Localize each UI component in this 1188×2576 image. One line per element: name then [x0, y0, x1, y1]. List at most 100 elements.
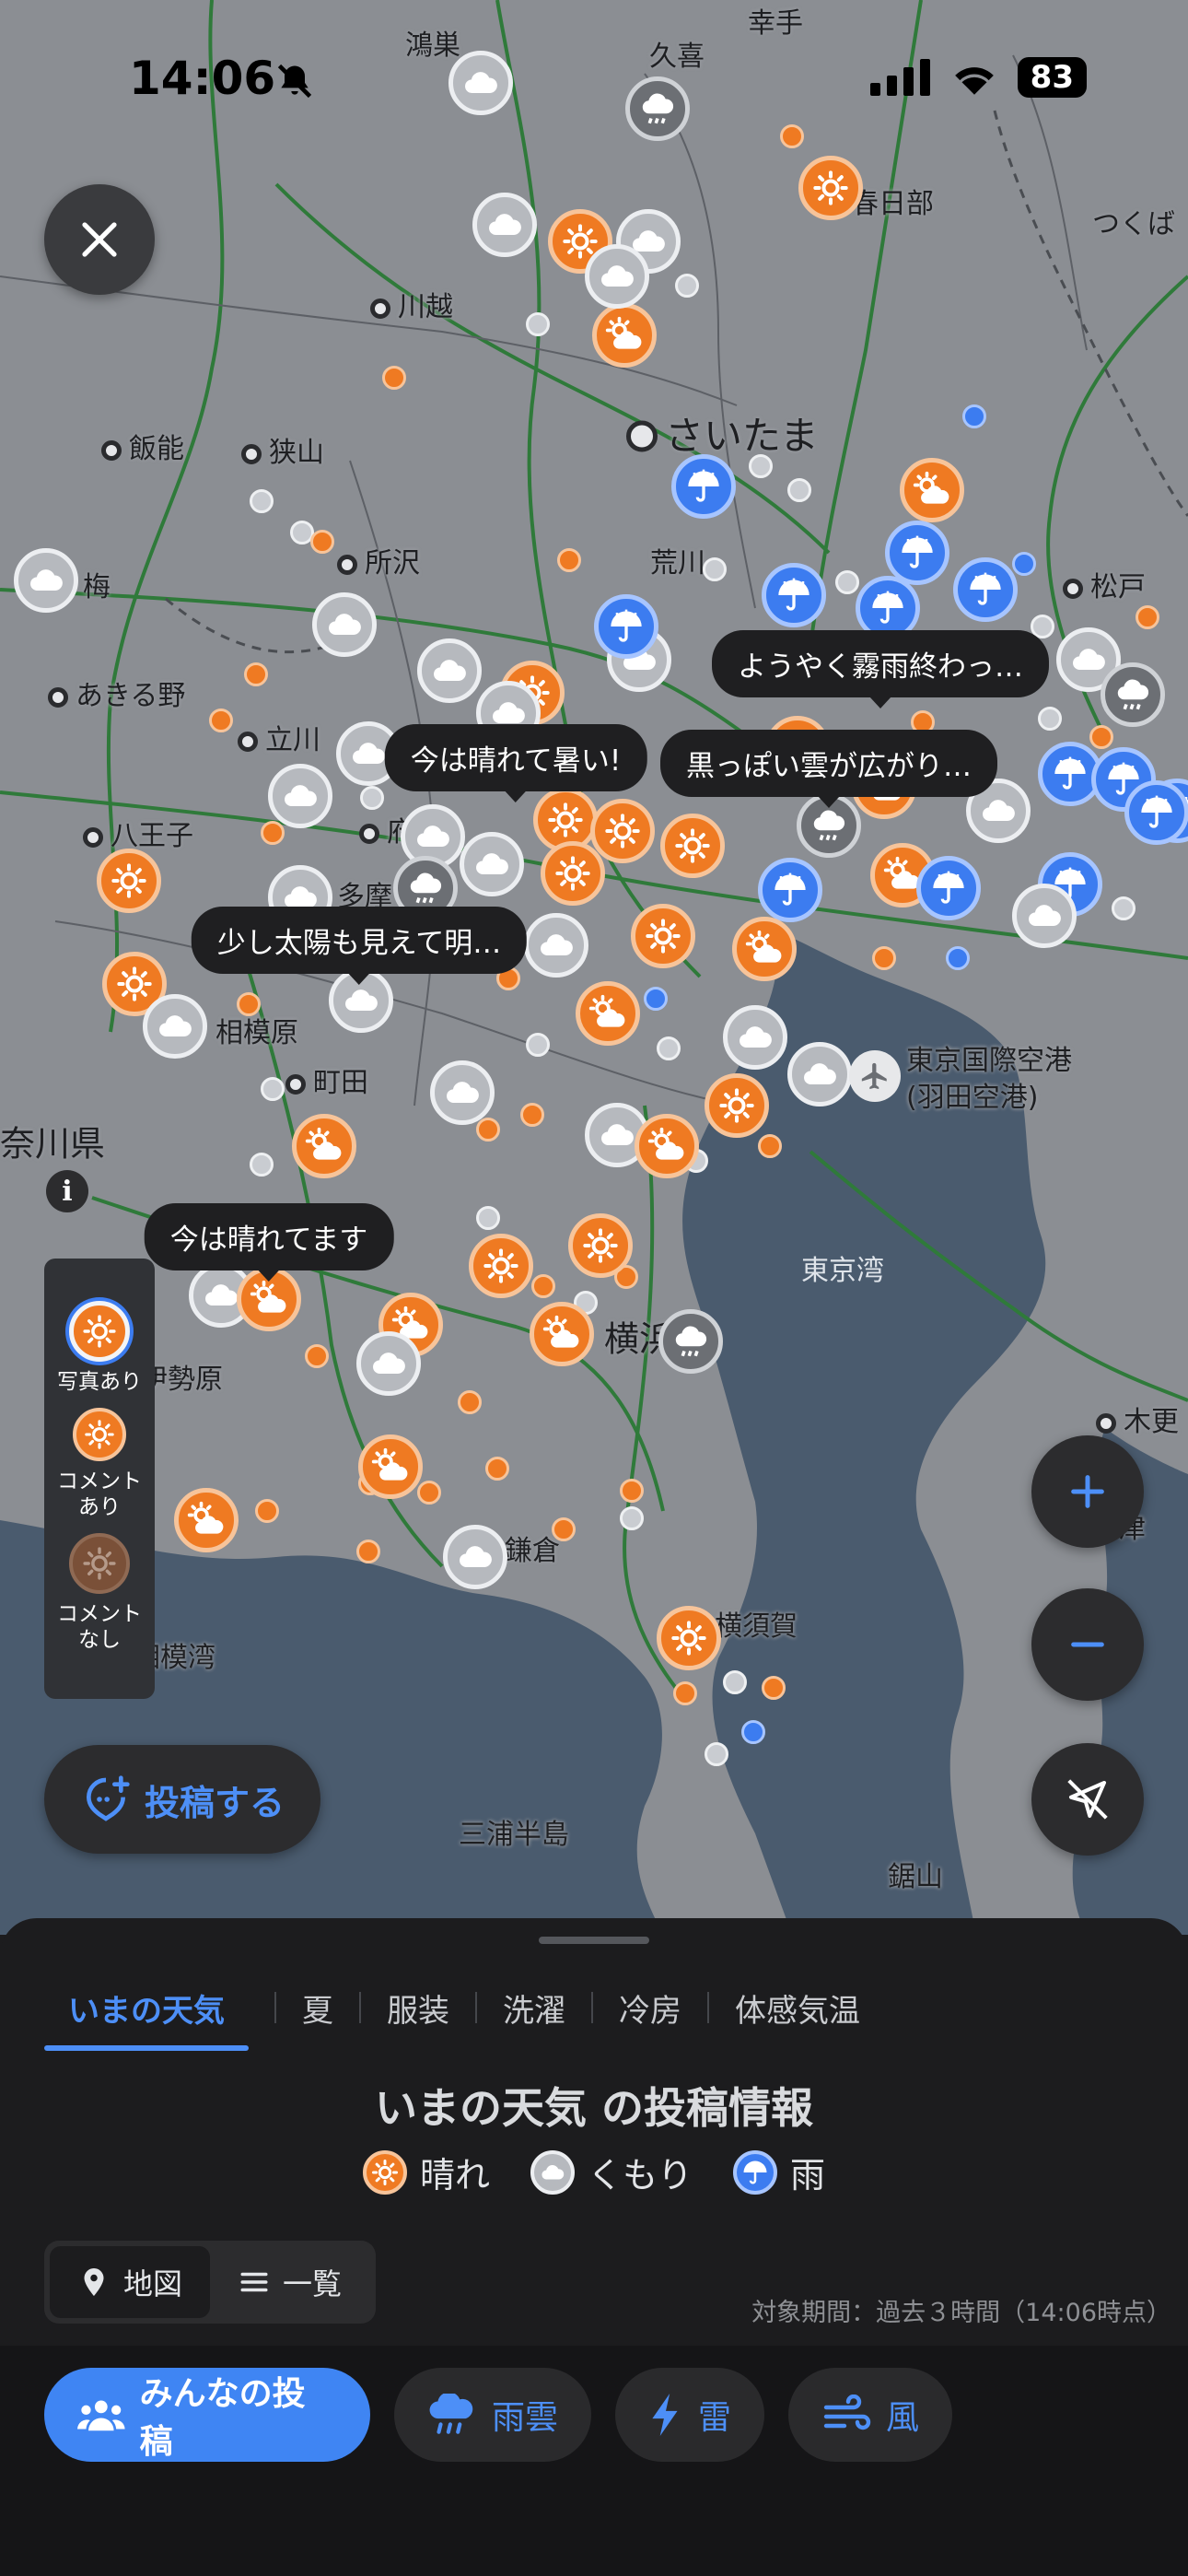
weather-post-marker[interactable]	[472, 193, 537, 257]
weather-post-marker[interactable]	[625, 76, 690, 141]
weather-post-dot[interactable]	[741, 1720, 765, 1744]
weather-post-dot[interactable]	[244, 662, 268, 686]
weather-post-dot[interactable]	[209, 708, 233, 732]
weather-post-marker[interactable]	[900, 458, 964, 522]
weather-post-dot[interactable]	[250, 489, 274, 513]
weather-post-dot[interactable]	[758, 1134, 782, 1158]
weather-post-dot[interactable]	[1038, 707, 1062, 731]
weather-post-marker[interactable]	[312, 592, 377, 657]
weather-post-dot[interactable]	[476, 1118, 500, 1142]
info-icon[interactable]: i	[46, 1170, 88, 1212]
weather-post-marker[interactable]	[631, 904, 695, 968]
tab-laundry[interactable]: 洗濯	[503, 1985, 565, 2031]
weather-post-marker[interactable]	[732, 917, 797, 981]
weather-post-dot[interactable]	[526, 312, 550, 336]
weather-post-marker[interactable]	[635, 1114, 699, 1178]
weather-post-dot[interactable]	[1012, 552, 1036, 576]
tab-current-weather[interactable]: いまの天気	[44, 1985, 249, 2051]
post-comment-bubble[interactable]: ようやく霧雨終わっ…	[712, 630, 1049, 708]
weather-post-marker[interactable]	[916, 856, 981, 920]
weather-post-dot[interactable]	[526, 1033, 550, 1057]
tab-feels-like[interactable]: 体感気温	[735, 1985, 860, 2031]
weather-map[interactable]: 鴻巣 久喜 幸手 春日部 つくば 川越 飯能 狭山 さいたま 所沢 荒川 松戸 …	[0, 0, 1188, 1935]
weather-post-dot[interactable]	[476, 1206, 500, 1230]
weather-post-marker[interactable]	[541, 841, 605, 906]
weather-post-marker[interactable]	[448, 51, 513, 115]
sheet-handle[interactable]	[539, 1937, 649, 1944]
weather-post-dot[interactable]	[531, 1274, 555, 1298]
nav-lightning[interactable]: 雷	[615, 2368, 765, 2462]
weather-post-dot[interactable]	[962, 404, 986, 428]
weather-post-marker[interactable]	[1101, 662, 1165, 727]
weather-post-dot[interactable]	[644, 987, 668, 1011]
weather-post-marker[interactable]	[705, 1073, 769, 1138]
weather-post-marker[interactable]	[671, 454, 736, 519]
weather-post-dot[interactable]	[250, 1153, 274, 1177]
view-map-button[interactable]: 地図	[50, 2246, 210, 2318]
post-comment-bubble[interactable]: 黒っぽい雲が広がり…	[660, 730, 997, 808]
weather-post-dot[interactable]	[946, 946, 970, 970]
weather-post-dot[interactable]	[675, 274, 699, 298]
weather-post-dot[interactable]	[657, 1036, 681, 1060]
weather-post-marker[interactable]	[356, 1331, 421, 1396]
weather-post-marker[interactable]	[585, 244, 649, 309]
nav-wind[interactable]: 風	[788, 2368, 953, 2462]
weather-post-dot[interactable]	[310, 530, 334, 554]
post-comment-bubble[interactable]: 今は晴れて暑い!	[384, 724, 647, 802]
weather-post-dot[interactable]	[261, 1077, 285, 1101]
nav-everyone-posts[interactable]: みんなの投稿	[44, 2368, 370, 2462]
weather-post-marker[interactable]	[358, 1434, 423, 1499]
post-comment-bubble[interactable]: 少し太陽も見えて明…	[191, 907, 528, 985]
weather-post-marker[interactable]	[143, 994, 207, 1059]
weather-post-dot[interactable]	[261, 821, 285, 845]
weather-post-dot[interactable]	[835, 570, 859, 594]
weather-post-marker[interactable]	[1124, 780, 1188, 845]
close-button[interactable]	[44, 184, 155, 295]
weather-post-marker[interactable]	[14, 548, 78, 613]
weather-post-marker[interactable]	[658, 1309, 723, 1374]
weather-post-dot[interactable]	[620, 1479, 644, 1503]
weather-post-dot[interactable]	[255, 1499, 279, 1523]
weather-post-dot[interactable]	[305, 1344, 329, 1368]
weather-post-marker[interactable]	[174, 1488, 239, 1552]
zoom-out-button[interactable]	[1031, 1588, 1144, 1701]
weather-post-marker[interactable]	[660, 814, 725, 878]
weather-post-marker[interactable]	[469, 1234, 533, 1298]
weather-post-dot[interactable]	[787, 478, 811, 502]
weather-post-marker[interactable]	[723, 1005, 787, 1070]
weather-post-marker[interactable]	[758, 858, 822, 922]
weather-post-dot[interactable]	[723, 1670, 747, 1694]
weather-post-marker[interactable]	[460, 832, 524, 896]
weather-post-dot[interactable]	[237, 992, 261, 1016]
weather-post-dot[interactable]	[749, 454, 773, 478]
weather-post-dot[interactable]	[557, 548, 581, 572]
weather-post-dot[interactable]	[1112, 896, 1136, 920]
weather-post-marker[interactable]	[268, 764, 332, 828]
weather-post-dot[interactable]	[382, 366, 406, 390]
weather-post-marker[interactable]	[292, 1114, 356, 1178]
weather-post-dot[interactable]	[705, 1742, 728, 1766]
weather-post-marker[interactable]	[1012, 884, 1077, 948]
weather-post-marker[interactable]	[953, 557, 1018, 622]
weather-post-dot[interactable]	[673, 1681, 697, 1705]
weather-post-marker[interactable]	[592, 303, 657, 368]
weather-post-dot[interactable]	[458, 1390, 482, 1414]
weather-post-dot[interactable]	[485, 1457, 509, 1481]
weather-post-dot[interactable]	[762, 1676, 786, 1700]
tab-cooling[interactable]: 冷房	[619, 1985, 681, 2031]
weather-post-marker[interactable]	[417, 638, 482, 703]
nav-rain-cloud[interactable]: 雨雲	[394, 2368, 592, 2462]
weather-post-dot[interactable]	[1089, 725, 1113, 749]
weather-post-marker[interactable]	[443, 1525, 507, 1589]
weather-post-marker[interactable]	[885, 521, 949, 585]
weather-post-marker[interactable]	[787, 1042, 852, 1107]
weather-post-marker[interactable]	[568, 1213, 633, 1278]
weather-post-marker[interactable]	[657, 1606, 721, 1670]
tab-summer[interactable]: 夏	[302, 1985, 333, 2031]
weather-post-marker[interactable]	[798, 156, 863, 220]
weather-post-marker[interactable]	[430, 1060, 495, 1125]
weather-post-dot[interactable]	[620, 1506, 644, 1530]
weather-post-dot[interactable]	[360, 786, 384, 810]
weather-post-dot[interactable]	[552, 1517, 576, 1541]
weather-post-marker[interactable]	[590, 799, 655, 863]
